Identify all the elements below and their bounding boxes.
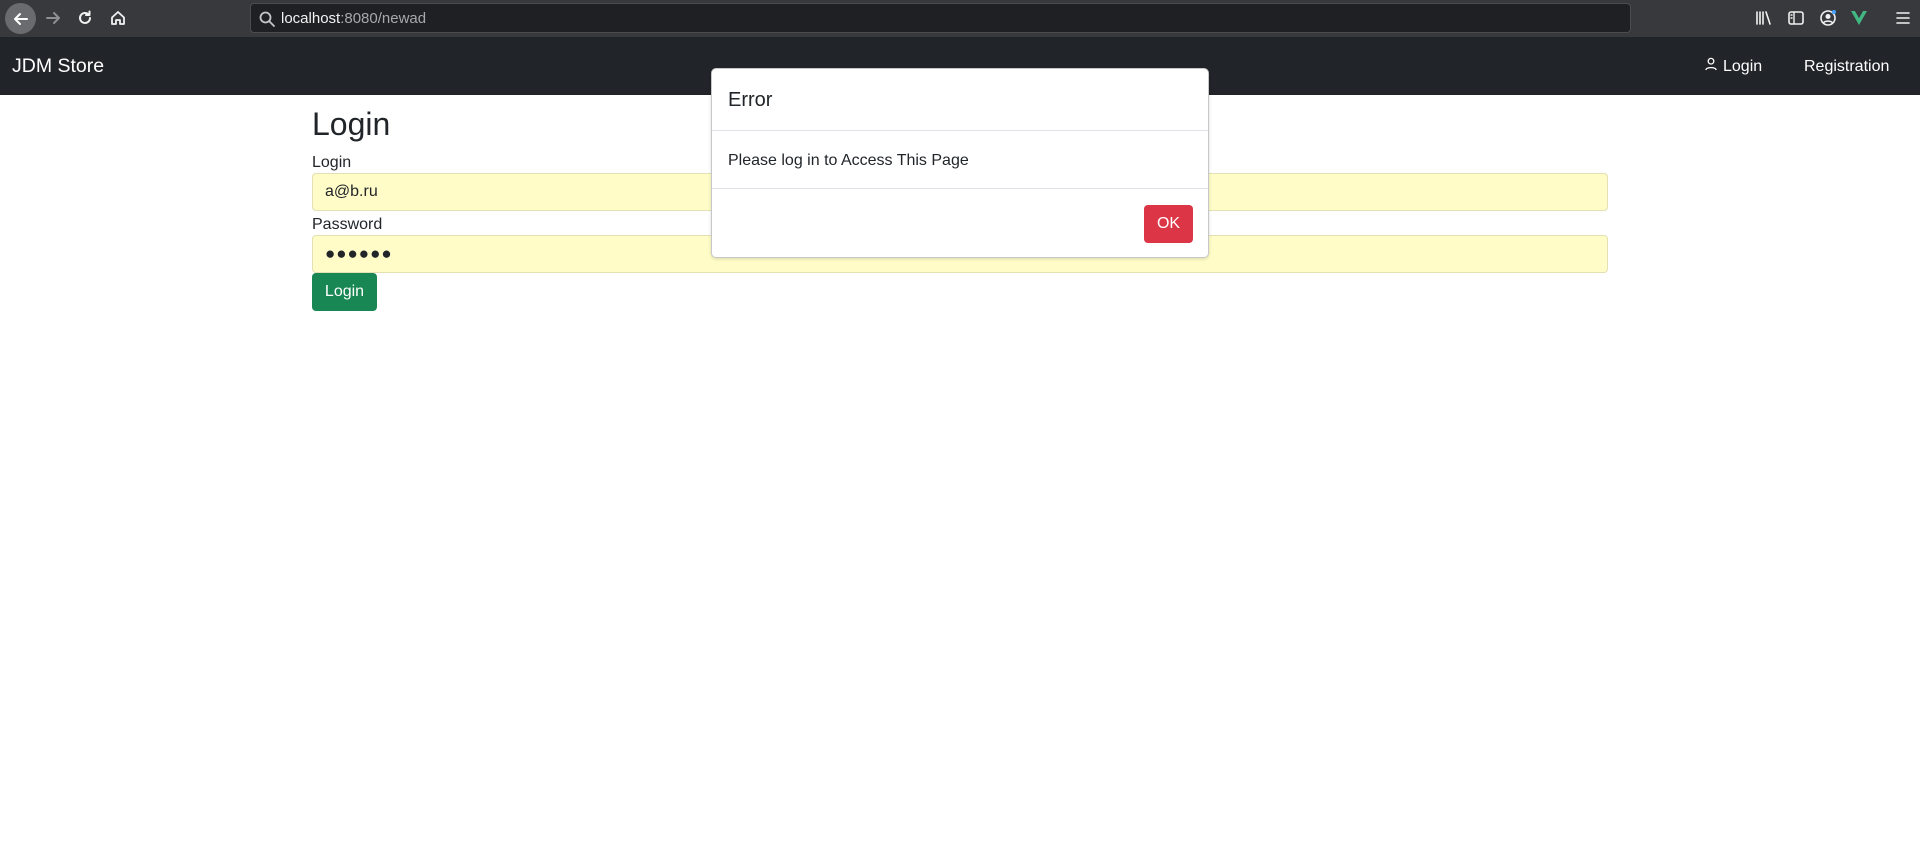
library-icon xyxy=(1756,11,1771,25)
modal-message: Please log in to Access This Page xyxy=(728,152,969,169)
login-label: Login xyxy=(312,154,352,171)
search-icon xyxy=(259,11,275,27)
sidebar-icon xyxy=(1788,11,1804,25)
home-icon xyxy=(111,11,125,25)
browser-toolbar: localhost:8080/newad xyxy=(0,0,1920,37)
address-bar[interactable]: localhost:8080/newad xyxy=(250,3,1631,33)
back-icon xyxy=(13,12,28,25)
error-modal: Error Please log in to Access This Page … xyxy=(711,68,1209,258)
modal-header: Error xyxy=(712,69,1208,131)
nav-login-label: Login xyxy=(1723,58,1763,75)
vue-devtools-button[interactable] xyxy=(1849,8,1869,28)
reload-button[interactable] xyxy=(70,4,100,32)
forward-icon xyxy=(46,12,60,24)
account-button[interactable] xyxy=(1818,8,1838,28)
menu-icon xyxy=(1896,12,1910,24)
sidebar-button[interactable] xyxy=(1786,8,1806,28)
login-submit-button[interactable]: Login xyxy=(312,273,377,311)
password-label: Password xyxy=(312,216,383,233)
account-icon xyxy=(1820,10,1836,26)
home-button[interactable] xyxy=(103,4,133,32)
nav-login-link[interactable]: Login xyxy=(1704,57,1762,76)
brand-link[interactable]: JDM Store xyxy=(12,55,104,77)
forward-button[interactable] xyxy=(38,4,68,32)
vue-devtools-icon xyxy=(1851,11,1867,25)
reload-icon xyxy=(79,10,91,24)
url-path: :8080/newad xyxy=(340,10,427,27)
user-icon xyxy=(1704,57,1718,76)
back-button[interactable] xyxy=(5,3,36,34)
modal-title: Error xyxy=(728,89,773,111)
url-text: localhost:8080/newad xyxy=(281,11,426,26)
modal-body: Please log in to Access This Page xyxy=(712,131,1208,189)
ok-button[interactable]: OK xyxy=(1144,205,1193,243)
page-title: Login xyxy=(312,106,391,142)
url-host: localhost xyxy=(281,10,341,27)
library-button[interactable] xyxy=(1754,8,1774,28)
nav-registration-link[interactable]: Registration xyxy=(1804,57,1889,76)
menu-button[interactable] xyxy=(1893,8,1913,28)
